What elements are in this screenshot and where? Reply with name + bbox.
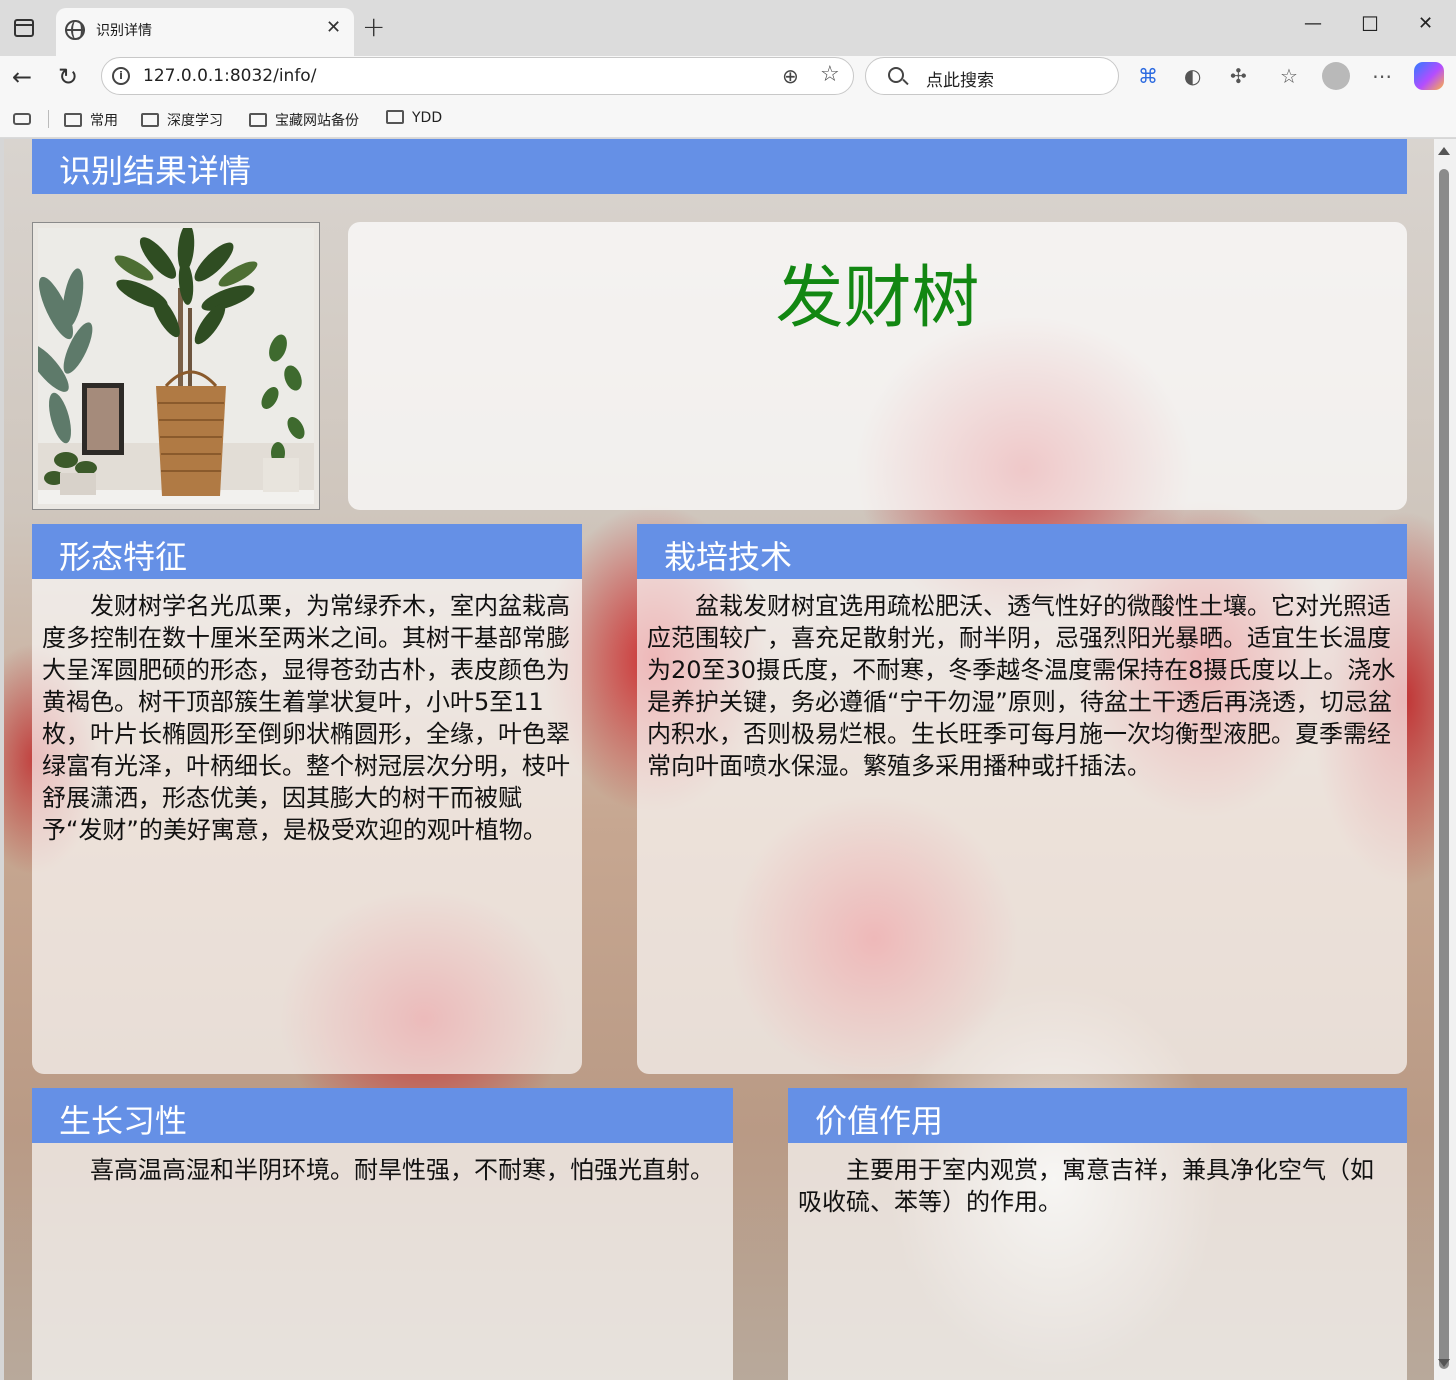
section-body: 主要用于室内观赏，寓意吉祥，兼具净化空气（如吸收硫、苯等）的作用。 [798,1156,1374,1216]
bookmark-label: 深度学习 [167,113,223,129]
section-header: 生长习性 [32,1088,733,1143]
url-text[interactable]: 127.0.0.1:8032/info/ [143,66,316,86]
section-header: 形态特征 [32,524,582,579]
close-tab-icon[interactable]: ✕ [326,18,341,38]
section-body: 盆栽发财树宜选用疏松肥沃、透气性好的微酸性土壤。它对光照适应范围较广，喜充足散射… [647,592,1396,780]
bookmarks-bar: 常用 深度学习 宝藏网站备份 YDD [0,100,1456,138]
browser-tab[interactable]: 识别详情 ✕ [56,8,354,56]
section-body: 喜高温高湿和半阴环境。耐旱性强，不耐寒，怕强光直射。 [90,1156,714,1184]
plant-name: 发财树 [775,259,980,338]
search-icon [888,67,904,83]
browser-toolbar: ← ↻ i 127.0.0.1:8032/info/ ⊕ ☆ 点此搜索 ⌘ ◐ … [0,56,1456,100]
zoom-icon[interactable]: ⊕ [782,64,799,88]
bookmark-label: 宝藏网站备份 [275,113,359,129]
globe-icon [65,20,85,40]
scroll-thumb[interactable] [1439,169,1449,1369]
bookmarks-divider [48,110,49,128]
section-title: 生长习性 [59,1102,188,1140]
folder-icon [64,113,82,127]
scroll-down-arrow-icon[interactable] [1438,1359,1450,1367]
site-info-icon[interactable]: i [112,67,130,85]
address-bar[interactable]: i 127.0.0.1:8032/info/ ⊕ ☆ [101,57,854,95]
maximize-icon[interactable]: ☐ [1361,12,1379,36]
favorites-icon[interactable]: ☆ [1280,62,1298,90]
close-window-icon[interactable]: ✕ [1418,12,1433,36]
section-title: 栽培技术 [664,538,793,576]
favorite-star-icon[interactable]: ☆ [820,62,840,87]
bookmark-folder-3[interactable]: 宝藏网站备份 [249,110,359,130]
translate-icon[interactable]: ⌘ [1138,62,1158,90]
plant-name-card: 发财树 [348,222,1407,510]
section-title: 形态特征 [59,538,188,576]
growth-habits-section: 生长习性 喜高温高湿和半阴环境。耐旱性强，不耐寒，怕强光直射。 [32,1088,733,1380]
folder-icon [249,113,267,127]
bookmark-label: 常用 [90,113,118,129]
extension-shield-icon[interactable]: ◐ [1184,62,1201,90]
section-header: 栽培技术 [637,524,1407,579]
plant-photo [38,228,314,504]
section-header: 价值作用 [788,1088,1407,1143]
page-viewport: 识别结果详情 发财树 形态特征 发财树学名光瓜栗，为常绿乔木，室内盆栽高度多控制… [4,139,1434,1380]
plant-photo-illustration [38,228,314,504]
section-title: 价值作用 [815,1102,944,1140]
bookmark-folder-1[interactable]: 常用 [64,110,118,130]
plant-photo-frame [32,222,320,510]
bookmarks-toggle-icon[interactable] [13,113,31,125]
page-header: 识别结果详情 [32,139,1407,194]
vertical-scrollbar[interactable] [1434,139,1456,1380]
bookmark-label: YDD [412,110,443,126]
morphology-section: 形态特征 发财树学名光瓜栗，为常绿乔木，室内盆栽高度多控制在数十厘米至两米之间。… [32,524,582,1074]
minimize-icon[interactable]: — [1304,12,1322,36]
search-placeholder: 点此搜索 [926,71,994,91]
profile-avatar[interactable] [1322,62,1350,90]
copilot-icon[interactable] [1414,62,1444,90]
new-tab-button[interactable]: + [362,12,385,42]
extensions-puzzle-icon[interactable]: ✣ [1230,62,1247,90]
back-icon[interactable]: ← [12,62,32,92]
tab-title: 识别详情 [96,23,152,39]
bookmark-folder-2[interactable]: 深度学习 [141,110,223,130]
bookmark-folder-4[interactable]: YDD [386,110,442,126]
more-menu-icon[interactable]: ⋯ [1372,62,1392,90]
cultivation-section: 栽培技术 盆栽发财树宜选用疏松肥沃、透气性好的微酸性土壤。它对光照适应范围较广，… [637,524,1407,1074]
search-box[interactable]: 点此搜索 [865,57,1119,95]
value-section: 价值作用 主要用于室内观赏，寓意吉祥，兼具净化空气（如吸收硫、苯等）的作用。 [788,1088,1407,1380]
folder-icon [386,110,404,124]
page-title: 识别结果详情 [59,152,252,190]
folder-icon [141,113,159,127]
section-body: 发财树学名光瓜栗，为常绿乔木，室内盆栽高度多控制在数十厘米至两米之间。其树干基部… [42,592,570,844]
tab-actions-icon[interactable] [14,19,34,37]
scroll-up-arrow-icon[interactable] [1438,147,1450,155]
browser-titlebar: 识别详情 ✕ + — ☐ ✕ [0,0,1456,56]
refresh-icon[interactable]: ↻ [58,62,78,92]
